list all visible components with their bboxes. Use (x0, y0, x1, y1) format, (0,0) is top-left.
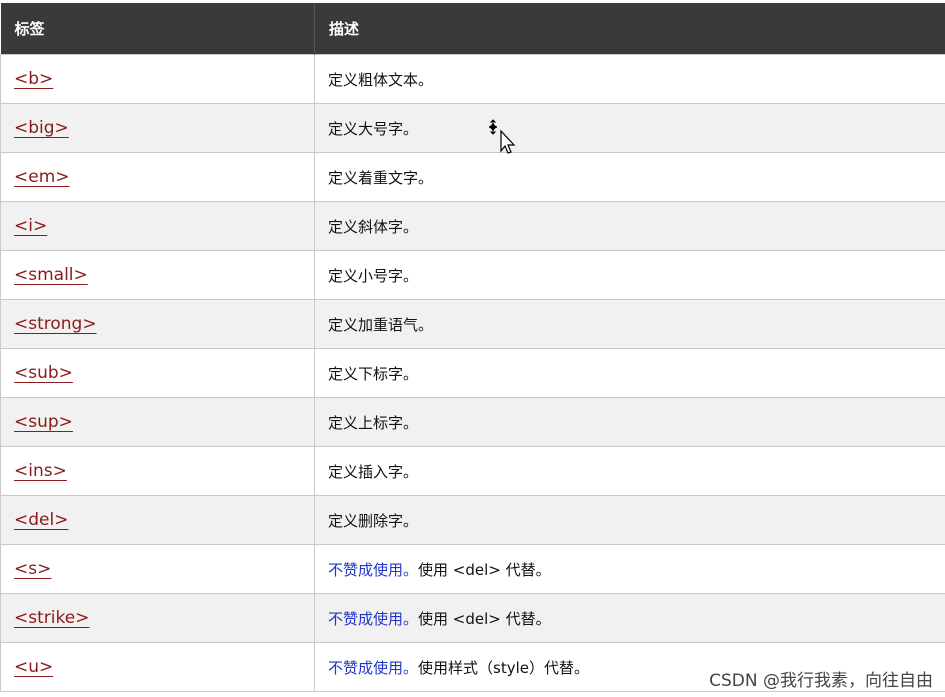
table-row: <em> 定义着重文字。 (0, 152, 945, 202)
table-row: <s> 不赞成使用。使用 <del> 代替。 (0, 544, 945, 594)
header-tag: 标签 (0, 3, 315, 55)
row-description: 定义大号字。 (314, 103, 945, 153)
csdn-watermark: CSDN @我行我素，向往自由 (709, 671, 933, 691)
row-description: 定义上标字。 (314, 397, 945, 447)
row-description: 定义插入字。 (314, 446, 945, 496)
table-row: <sub> 定义下标字。 (0, 348, 945, 398)
tag-reference-table-container: 标签 描述 <b> 定义粗体文本。 <big> 定义大号字。 <em> 定义着重… (0, 3, 945, 692)
row-description: 定义粗体文本。 (314, 54, 945, 104)
tag-link-del[interactable]: <del> (14, 510, 68, 530)
tag-link-sub[interactable]: <sub> (14, 363, 73, 383)
tag-link-big[interactable]: <big> (14, 118, 69, 138)
replacement-note: 使用 <del> 代替。 (418, 609, 551, 628)
row-description: 定义小号字。 (314, 250, 945, 300)
table-row: <ins> 定义插入字。 (0, 446, 945, 496)
table-row: <b> 定义粗体文本。 (0, 54, 945, 104)
table-row: <small> 定义小号字。 (0, 250, 945, 300)
table-row: <sup> 定义上标字。 (0, 397, 945, 447)
tag-link-i[interactable]: <i> (14, 216, 47, 236)
deprecated-note: 不赞成使用。 (328, 609, 419, 628)
tag-link-s[interactable]: <s> (14, 559, 51, 579)
row-description: 定义着重文字。 (314, 152, 945, 202)
tag-link-small[interactable]: <small> (14, 265, 88, 285)
table-row: <i> 定义斜体字。 (0, 201, 945, 251)
tag-link-b[interactable]: <b> (14, 69, 53, 89)
table-row: <del> 定义删除字。 (0, 495, 945, 545)
row-description: 定义删除字。 (314, 495, 945, 545)
move-cursor-icon (489, 119, 516, 154)
tag-reference-table: 标签 描述 <b> 定义粗体文本。 <big> 定义大号字。 <em> 定义着重… (0, 3, 945, 692)
row-description: 不赞成使用。使用 <del> 代替。 (314, 544, 945, 594)
tag-link-em[interactable]: <em> (14, 167, 70, 187)
replacement-note: 使用 <del> 代替。 (418, 560, 551, 579)
tag-link-strong[interactable]: <strong> (14, 314, 97, 334)
deprecated-note: 不赞成使用。 (328, 658, 419, 677)
header-description: 描述 (314, 3, 945, 55)
tag-link-strike[interactable]: <strike> (14, 608, 89, 628)
row-description: 定义下标字。 (314, 348, 945, 398)
tag-link-u[interactable]: <u> (14, 657, 53, 677)
row-description: 定义加重语气。 (314, 299, 945, 349)
table-row: <strong> 定义加重语气。 (0, 299, 945, 349)
replacement-note: 使用样式（style）代替。 (418, 658, 589, 677)
tag-link-ins[interactable]: <ins> (14, 461, 67, 481)
row-description: 定义斜体字。 (314, 201, 945, 251)
table-row: <big> 定义大号字。 (0, 103, 945, 153)
deprecated-note: 不赞成使用。 (328, 560, 419, 579)
table-header-row: 标签 描述 (0, 3, 945, 55)
tag-link-sup[interactable]: <sup> (14, 412, 73, 432)
table-row: <strike> 不赞成使用。使用 <del> 代替。 (0, 593, 945, 643)
row-description: 不赞成使用。使用 <del> 代替。 (314, 593, 945, 643)
